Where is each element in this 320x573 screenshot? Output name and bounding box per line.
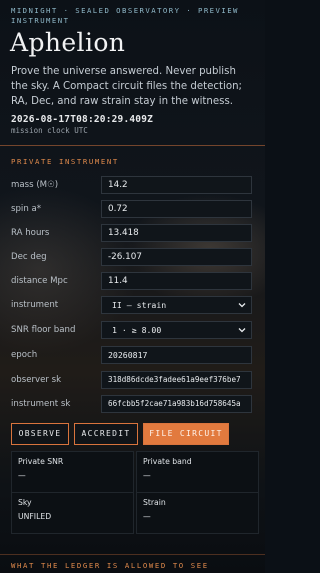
epoch-input[interactable]: 20260817 — [101, 346, 252, 364]
page: MIDNIGHT · SEALED OBSERVATORY · PREVIEW … — [0, 0, 265, 573]
strain-label: Strain — [143, 498, 166, 507]
instrument-select-value: II — strain — [112, 300, 167, 310]
private-band-label: Private band — [143, 457, 192, 466]
instrument-sk-input[interactable]: 66fcbb5f2cae71a983b16d758645a — [101, 395, 252, 413]
spin-label: spin a* — [11, 204, 42, 214]
accredit-button[interactable]: ACCREDIT — [74, 423, 138, 445]
section-divider — [0, 145, 265, 146]
spin-input[interactable]: 0.72 — [101, 200, 252, 218]
ra-hours-label: RA hours — [11, 228, 50, 238]
ledger-section-title: WHAT THE LEDGER IS ALLOWED TO SEE — [11, 561, 209, 570]
mass-input[interactable]: 14.2 — [101, 176, 252, 194]
private-snr-card: Private SNR — — [11, 451, 134, 493]
private-snr-value: — — [18, 471, 26, 480]
snr-floor-select-value: 1 · ≥ 8.00 — [112, 325, 162, 335]
ledger-divider — [0, 554, 265, 555]
dec-deg-label: Dec deg — [11, 252, 47, 262]
private-band-value: — — [143, 471, 151, 480]
observe-button[interactable]: OBSERVE — [11, 423, 69, 445]
mass-label: mass (M☉) — [11, 180, 59, 190]
mission-clock-label: mission clock UTC — [11, 126, 88, 135]
strain-value: — — [143, 512, 151, 521]
private-snr-label: Private SNR — [18, 457, 64, 466]
sky-label: Sky — [18, 498, 32, 507]
distance-label: distance Mpc — [11, 276, 68, 286]
dec-deg-input[interactable]: -26.107 — [101, 248, 252, 266]
mission-clock-value: 2026-08-17T08:20:29.409Z — [11, 114, 154, 125]
observer-sk-label: observer sk — [11, 375, 62, 385]
instrument-select[interactable]: II — strain — [101, 296, 252, 314]
ra-hours-input[interactable]: 13.418 — [101, 224, 252, 242]
instrument-sk-label: instrument sk — [11, 399, 71, 409]
instrument-label: instrument — [11, 300, 59, 310]
file-circuit-button[interactable]: FILE CIRCUIT — [143, 423, 229, 445]
snr-floor-select[interactable]: 1 · ≥ 8.00 — [101, 321, 252, 339]
page-title: Aphelion — [10, 28, 126, 57]
header: MIDNIGHT · SEALED OBSERVATORY · PREVIEW … — [0, 0, 265, 140]
strain-card: Strain — — [136, 492, 259, 534]
header-lede: Prove the universe answered. Never publi… — [11, 66, 242, 107]
sky-card: Sky UNFILED — [11, 492, 134, 534]
epoch-label: epoch — [11, 350, 38, 360]
header-kicker: MIDNIGHT · SEALED OBSERVATORY · PREVIEW … — [11, 6, 239, 25]
chevron-down-icon — [238, 328, 246, 333]
sky-value: UNFILED — [18, 512, 52, 521]
observer-sk-input[interactable]: 318d86dcde3fadee61a9eef376be7 — [101, 371, 252, 389]
distance-input[interactable]: 11.4 — [101, 272, 252, 290]
chevron-down-icon — [238, 303, 246, 308]
snr-floor-label: SNR floor band — [11, 325, 76, 335]
private-instrument-title: PRIVATE INSTRUMENT — [11, 157, 119, 166]
private-band-card: Private band — — [136, 451, 259, 493]
